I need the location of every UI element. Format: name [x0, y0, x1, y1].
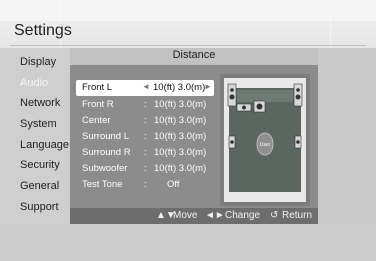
settings-screen: Settings Display Audio Network System La…	[0, 0, 376, 261]
title-divider	[10, 45, 366, 46]
room-back-wall	[231, 90, 299, 102]
sidebar-item-language[interactable]: Language	[20, 139, 69, 151]
dialog-title: Distance	[172, 49, 216, 61]
front-left-speaker-icon	[227, 83, 237, 107]
sidebar-item-display[interactable]: Display	[20, 56, 56, 68]
surround-right-speaker-icon	[294, 135, 302, 149]
row-separator: :	[144, 131, 147, 142]
distance-row-center-label[interactable]: Center	[82, 115, 111, 126]
distance-row-front-r-label[interactable]: Front R	[82, 99, 114, 110]
right-strip	[318, 48, 376, 224]
return-hint[interactable]: Return	[282, 210, 312, 221]
lower-area	[0, 224, 376, 261]
arrow-left-icon[interactable]: ◄	[142, 82, 150, 91]
test-tone-value: Off	[167, 179, 180, 190]
distance-row-surround-l-label[interactable]: Surround L	[82, 131, 129, 142]
distance-row-front-r-value: 10(ft) 3.0(m)	[154, 99, 207, 110]
return-icon: ↺	[270, 210, 279, 221]
distance-row-center-value: 10(ft) 3.0(m)	[154, 115, 207, 126]
distance-row-surround-r-value: 10(ft) 3.0(m)	[154, 147, 207, 158]
sidebar-item-general[interactable]: General	[20, 180, 59, 192]
sidebar-item-security[interactable]: Security	[20, 159, 60, 171]
surround-left-speaker-icon	[228, 135, 236, 149]
row-separator: :	[144, 179, 147, 190]
change-icon: ◄►	[205, 210, 225, 221]
listener-label: User	[260, 142, 271, 148]
row-value: 10(ft) 3.0(m)	[153, 82, 206, 93]
page-title: Settings	[14, 22, 72, 39]
sidebar-item-network[interactable]: Network	[20, 97, 60, 109]
change-hint: Change	[225, 210, 261, 221]
row-separator: :	[144, 115, 147, 126]
sidebar-item-audio[interactable]: Audio	[20, 77, 48, 89]
top-bar	[0, 0, 376, 21]
center-speaker-icon	[236, 103, 252, 112]
distance-row-front-l[interactable]: Front L ◄ 10(ft) 3.0(m) ►	[76, 80, 214, 96]
subwoofer-icon	[253, 100, 266, 113]
distance-row-surround-r-label[interactable]: Surround R	[82, 147, 131, 158]
move-hint: Move	[173, 210, 198, 221]
row-label: Front L	[82, 82, 113, 93]
arrow-right-icon[interactable]: ►	[204, 82, 212, 91]
test-tone-label[interactable]: Test Tone	[82, 179, 123, 190]
settings-sidebar	[0, 48, 70, 224]
distance-row-surround-l-value: 10(ft) 3.0(m)	[154, 131, 207, 142]
row-separator: :	[144, 99, 147, 110]
distance-row-subwoofer-value: 10(ft) 3.0(m)	[154, 163, 207, 174]
room-illustration: User	[220, 74, 310, 206]
sidebar-item-support[interactable]: Support	[20, 201, 59, 213]
row-separator: :	[144, 163, 147, 174]
row-separator: :	[144, 147, 147, 158]
front-right-speaker-icon	[293, 83, 303, 107]
distance-row-subwoofer-label[interactable]: Subwoofer	[82, 163, 127, 174]
speaker-layout-diagram: User	[220, 74, 310, 206]
sidebar-item-system[interactable]: System	[20, 118, 57, 130]
